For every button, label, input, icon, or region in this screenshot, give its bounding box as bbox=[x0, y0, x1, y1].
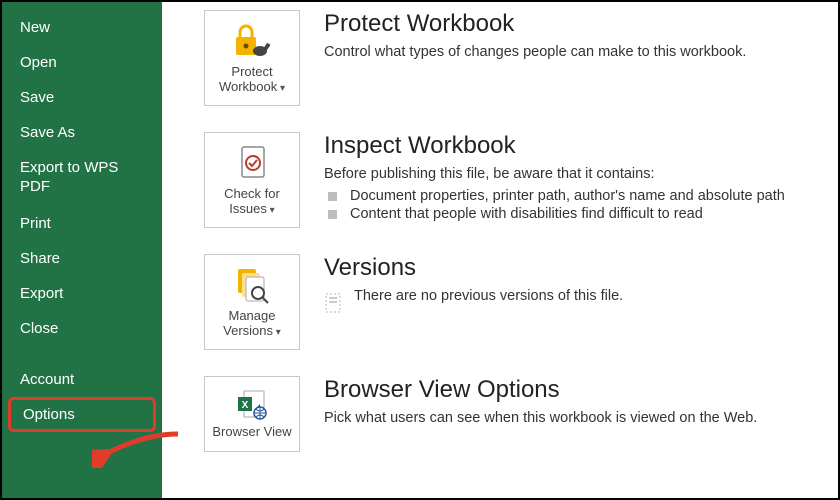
document-stack-search-icon bbox=[230, 265, 274, 305]
sidebar-item-account[interactable]: Account bbox=[2, 362, 162, 397]
sidebar-item-close[interactable]: Close bbox=[2, 311, 162, 346]
inspect-bullet-text: Content that people with disabilities fi… bbox=[350, 206, 703, 222]
sidebar-item-options[interactable]: Options bbox=[8, 397, 156, 432]
dropdown-caret-icon bbox=[273, 323, 281, 338]
tile-protect-label: Protect Workbook bbox=[219, 64, 277, 94]
sidebar-item-new[interactable]: New bbox=[2, 10, 162, 45]
info-pane: Protect Workbook Protect Workbook Contro… bbox=[162, 2, 838, 498]
sidebar-item-save[interactable]: Save bbox=[2, 80, 162, 115]
protect-workbook-button[interactable]: Protect Workbook bbox=[204, 10, 300, 106]
sidebar-item-open[interactable]: Open bbox=[2, 45, 162, 80]
sidebar-item-export-wps-pdf[interactable]: Export to WPS PDF bbox=[2, 150, 162, 206]
sidebar-item-print[interactable]: Print bbox=[2, 206, 162, 241]
page-outline-icon bbox=[324, 292, 344, 319]
inspect-bullet: Content that people with disabilities fi… bbox=[324, 206, 820, 222]
versions-desc: There are no previous versions of this f… bbox=[354, 288, 623, 304]
tile-manage-label: Manage Versions bbox=[223, 308, 275, 338]
tile-browser-label: Browser View bbox=[212, 425, 291, 440]
dropdown-caret-icon bbox=[277, 79, 285, 94]
versions-heading: Versions bbox=[324, 254, 820, 282]
svg-text:X: X bbox=[242, 400, 249, 411]
protect-workbook-desc: Control what types of changes people can… bbox=[324, 44, 820, 60]
lock-key-icon bbox=[230, 21, 274, 61]
sidebar-item-export[interactable]: Export bbox=[2, 276, 162, 311]
inspect-bullet: Document properties, printer path, autho… bbox=[324, 188, 820, 204]
inspect-bullet-text: Document properties, printer path, autho… bbox=[350, 188, 785, 204]
manage-versions-button[interactable]: Manage Versions bbox=[204, 254, 300, 350]
browser-view-desc: Pick what users can see when this workbo… bbox=[324, 410, 820, 426]
bullet-icon bbox=[328, 210, 337, 219]
browser-view-options-button[interactable]: X Browser View bbox=[204, 376, 300, 452]
document-check-icon bbox=[230, 143, 274, 183]
inspect-workbook-desc: Before publishing this file, be aware th… bbox=[324, 166, 820, 182]
sidebar-item-share[interactable]: Share bbox=[2, 241, 162, 276]
sidebar-item-save-as[interactable]: Save As bbox=[2, 115, 162, 150]
bullet-icon bbox=[328, 192, 337, 201]
backstage-sidebar: New Open Save Save As Export to WPS PDF … bbox=[2, 2, 162, 498]
inspect-workbook-heading: Inspect Workbook bbox=[324, 132, 820, 160]
dropdown-caret-icon bbox=[267, 201, 275, 216]
protect-workbook-heading: Protect Workbook bbox=[324, 10, 820, 38]
browser-view-heading: Browser View Options bbox=[324, 376, 820, 404]
excel-globe-icon: X bbox=[230, 389, 274, 421]
check-for-issues-button[interactable]: Check for Issues bbox=[204, 132, 300, 228]
